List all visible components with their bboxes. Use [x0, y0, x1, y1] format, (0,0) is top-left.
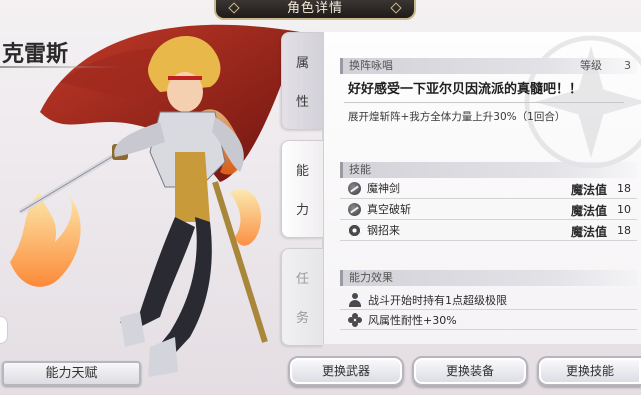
change-skill-button[interactable]: 更换技能: [537, 356, 641, 386]
skills-section: 技能 魔神剑 魔法值 18 真空破斩 魔法值 10 钢招来 魔法值 18: [340, 162, 637, 241]
skill-name: 魔神剑: [367, 182, 400, 195]
tab-missions-char-2: 务: [295, 311, 309, 326]
tab-attributes[interactable]: 属 性: [281, 32, 323, 130]
ability-row: 战斗开始时持有1点超级极限: [340, 290, 637, 310]
skill-name: 钢招来: [367, 224, 400, 237]
sword-orb-icon: [348, 202, 361, 216]
skill-cost-label: 魔法值: [570, 204, 607, 218]
level-value: 3: [624, 59, 631, 72]
tab-abilities-char-2: 力: [295, 203, 309, 218]
ability-effects-section: 能力效果 战斗开始时持有1点超级极限 风属性耐性+30%: [340, 270, 637, 330]
tab-missions[interactable]: 任 务: [281, 248, 323, 346]
skill-cost-value: 18: [617, 224, 631, 237]
skill-cost-value: 18: [617, 182, 631, 195]
skill-cost-label: 魔法值: [570, 183, 607, 197]
tab-attributes-char-2: 性: [295, 95, 309, 110]
character-name: 克雷斯: [2, 42, 69, 67]
skill-row[interactable]: 钢招来 魔法值 18: [340, 220, 637, 241]
skill-row[interactable]: 魔神剑 魔法值 18: [340, 178, 637, 199]
ability-row: 风属性耐性+30%: [340, 310, 637, 330]
formation-heading-label: 换阵咏唱: [349, 59, 393, 72]
talent-button[interactable]: 能力天赋: [2, 361, 141, 386]
tab-missions-char-1: 任: [295, 272, 309, 287]
gear-icon: [348, 223, 361, 237]
skill-cost-label: 魔法值: [570, 225, 607, 239]
formation-effect: 展开煌斩阵+我方全体力量上升30%（1回合）: [348, 111, 566, 123]
sword-orb-icon: [348, 181, 361, 195]
screen-title: 角色详情: [214, 0, 416, 20]
skills-heading: 技能: [340, 162, 637, 178]
person-icon: [348, 292, 362, 307]
formation-heading: 换阵咏唱 等级 3: [340, 58, 637, 74]
ability-effects-heading: 能力效果: [340, 270, 637, 286]
formation-slogan: 好好感受一下亚尔贝因流派的真髓吧！！: [348, 82, 583, 97]
tab-attributes-char-1: 属: [295, 56, 309, 71]
skill-row[interactable]: 真空破斩 魔法值 10: [340, 199, 637, 220]
ability-text: 风属性耐性+30%: [368, 313, 457, 327]
level-label: 等级: [580, 59, 602, 72]
tab-abilities[interactable]: 能 力: [281, 140, 323, 238]
side-toggle-handle[interactable]: [0, 316, 8, 344]
change-equipment-button[interactable]: 更换装备: [412, 356, 528, 386]
formation-level: 等级 3: [580, 58, 631, 74]
skill-name: 真空破斩: [367, 203, 411, 216]
change-weapon-button[interactable]: 更换武器: [288, 356, 404, 386]
skill-cost-value: 10: [617, 203, 631, 216]
clover-icon: [348, 312, 362, 327]
name-underline: [0, 66, 120, 68]
formation-section: 换阵咏唱 等级 3 好好感受一下亚尔贝因流派的真髓吧！！ 展开煌斩阵+我方全体力量…: [340, 58, 637, 124]
tab-abilities-char-1: 能: [295, 164, 309, 179]
ability-text: 战斗开始时持有1点超级极限: [368, 293, 507, 307]
